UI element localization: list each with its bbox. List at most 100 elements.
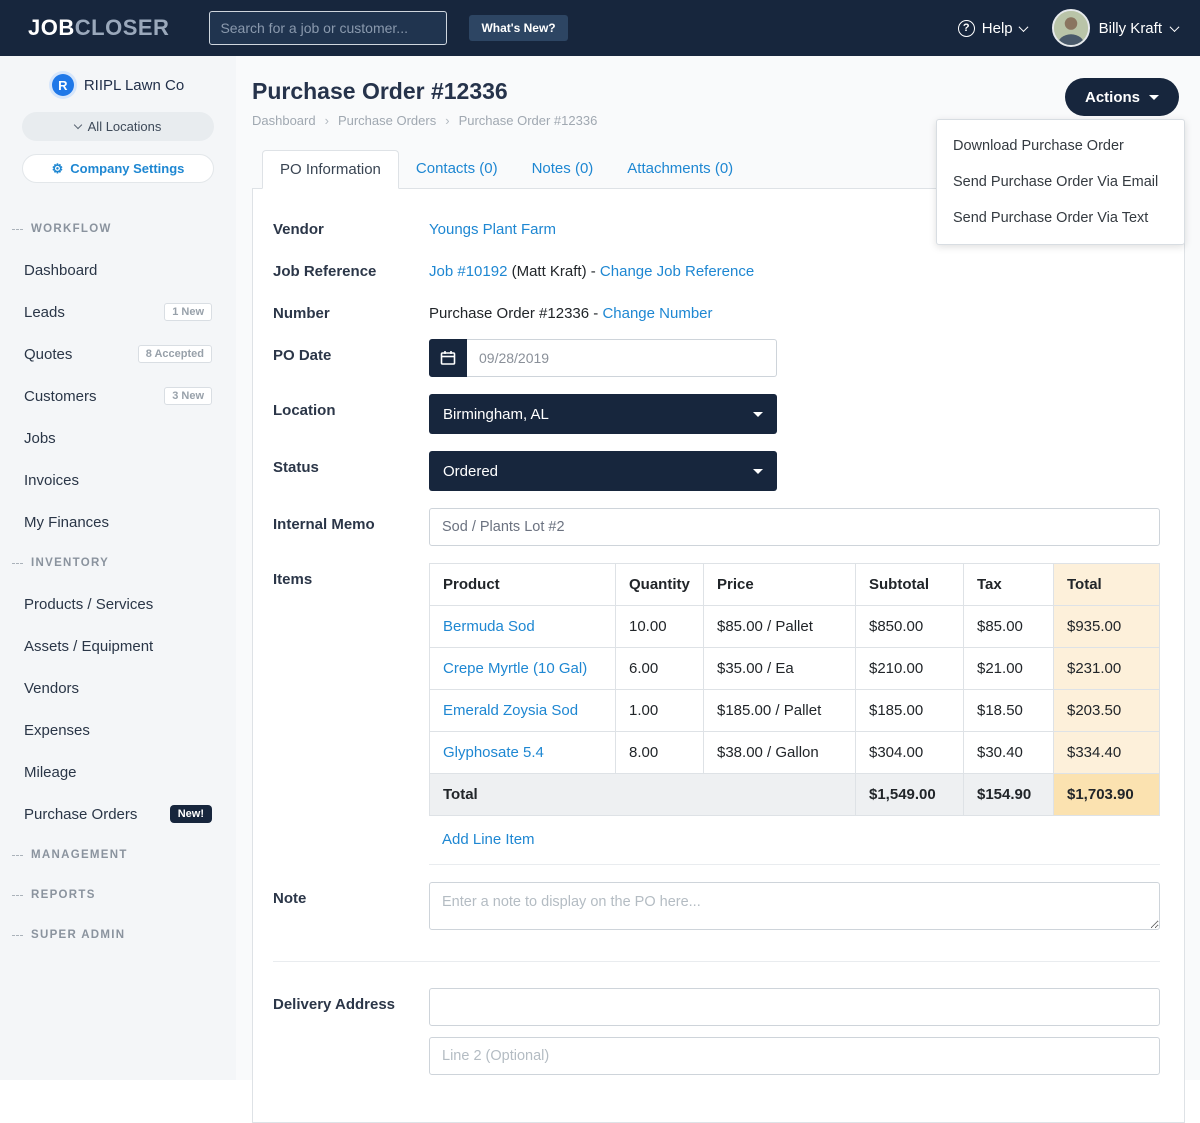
section-inventory: INVENTORY [0, 543, 236, 583]
product-link[interactable]: Crepe Myrtle (10 Gal) [443, 660, 587, 677]
help-menu[interactable]: ? Help [958, 20, 1027, 37]
internal-memo-input[interactable] [429, 508, 1160, 546]
total-cell: $231.00 [1054, 648, 1160, 690]
section-label: INVENTORY [31, 557, 109, 569]
search-input[interactable] [209, 11, 447, 45]
sidebar-item-products-services[interactable]: Products / Services [0, 583, 236, 625]
breadcrumb-dashboard[interactable]: Dashboard [252, 113, 316, 128]
app-logo[interactable]: JOBCLOSER [28, 15, 169, 41]
vendor-label: Vendor [273, 213, 429, 238]
sidebar-item-assets-equipment[interactable]: Assets / Equipment [0, 625, 236, 667]
nav-label: Leads [24, 304, 65, 321]
menu-item-send-po-text[interactable]: Send Purchase Order Via Text [937, 200, 1184, 236]
product-link[interactable]: Glyphosate 5.4 [443, 744, 544, 761]
nav-label: Expenses [24, 722, 90, 739]
menu-item-download-po[interactable]: Download Purchase Order [937, 128, 1184, 164]
actions-button[interactable]: Actions [1065, 78, 1179, 116]
total-label: Total [430, 774, 856, 816]
sidebar-item-leads[interactable]: Leads1 New [0, 291, 236, 333]
quantity-cell: 10.00 [616, 606, 704, 648]
status-value: Ordered [443, 463, 498, 480]
job-reference-row: Job Reference Job #10192 (Matt Kraft) - … [273, 255, 1160, 280]
delivery-address-line2-input[interactable] [429, 1037, 1160, 1075]
nav-label: Dashboard [24, 262, 97, 279]
sidebar-item-expenses[interactable]: Expenses [0, 709, 236, 751]
tab-contacts[interactable]: Contacts (0) [399, 150, 515, 188]
sidebar-item-my-finances[interactable]: My Finances [0, 501, 236, 543]
main-content: Purchase Order #12336 Dashboard Purchase… [236, 56, 1200, 1080]
total-subtotal: $1,549.00 [856, 774, 964, 816]
job-link[interactable]: Job #10192 [429, 263, 507, 280]
breadcrumb-purchase-orders[interactable]: Purchase Orders [316, 113, 437, 128]
nav-label: Vendors [24, 680, 79, 697]
caret-down-icon [753, 412, 763, 417]
tax-cell: $21.00 [964, 648, 1054, 690]
delivery-address-label: Delivery Address [273, 988, 429, 1075]
product-link[interactable]: Emerald Zoysia Sod [443, 702, 578, 719]
tab-notes[interactable]: Notes (0) [515, 150, 611, 188]
po-date-row: PO Date [273, 339, 1160, 377]
delivery-address-row: Delivery Address [273, 988, 1160, 1075]
calendar-button[interactable] [429, 339, 467, 377]
subtotal-cell: $185.00 [856, 690, 964, 732]
change-number-link[interactable]: Change Number [602, 305, 712, 322]
total-tax: $154.90 [964, 774, 1054, 816]
section-super-admin[interactable]: SUPER ADMIN [0, 915, 236, 955]
sidebar-item-purchase-orders[interactable]: Purchase OrdersNew! [0, 793, 236, 835]
vendor-link[interactable]: Youngs Plant Farm [429, 221, 556, 238]
chevron-down-icon [73, 120, 81, 128]
gear-icon [52, 161, 64, 176]
status-select[interactable]: Ordered [429, 451, 777, 491]
locations-dropdown[interactable]: All Locations [22, 112, 214, 141]
job-reference-text: (Matt Kraft) - [512, 263, 596, 280]
po-date-input[interactable] [467, 339, 777, 377]
user-menu[interactable]: Billy Kraft [1038, 9, 1178, 47]
section-reports[interactable]: REPORTS [0, 875, 236, 915]
price-cell: $38.00 / Gallon [704, 732, 856, 774]
sidebar-item-vendors[interactable]: Vendors [0, 667, 236, 709]
sidebar-item-jobs[interactable]: Jobs [0, 417, 236, 459]
sidebar-item-quotes[interactable]: Quotes8 Accepted [0, 333, 236, 375]
price-cell: $85.00 / Pallet [704, 606, 856, 648]
locations-label: All Locations [88, 119, 162, 134]
sidebar-item-invoices[interactable]: Invoices [0, 459, 236, 501]
sidebar-item-mileage[interactable]: Mileage [0, 751, 236, 793]
quantity-cell: 6.00 [616, 648, 704, 690]
tab-attachments[interactable]: Attachments (0) [610, 150, 750, 188]
delivery-address-line1-input[interactable] [429, 988, 1160, 1026]
tab-po-information[interactable]: PO Information [262, 150, 399, 189]
total-cell: $203.50 [1054, 690, 1160, 732]
help-label: Help [982, 20, 1013, 37]
add-line-item-link[interactable]: Add Line Item [442, 831, 535, 848]
job-reference-label: Job Reference [273, 255, 429, 280]
location-row: Location Birmingham, AL [273, 394, 1160, 434]
section-dash [12, 935, 23, 936]
nav-label: Quotes [24, 346, 72, 363]
company-settings-button[interactable]: Company Settings [22, 154, 214, 183]
product-link[interactable]: Bermuda Sod [443, 618, 535, 635]
note-textarea[interactable] [429, 882, 1160, 930]
change-job-reference-link[interactable]: Change Job Reference [600, 263, 754, 280]
sidebar-item-dashboard[interactable]: Dashboard [0, 249, 236, 291]
subtotal-cell: $210.00 [856, 648, 964, 690]
logo-secondary: CLOSER [75, 15, 170, 40]
nav-label: Assets / Equipment [24, 638, 153, 655]
subtotal-cell: $850.00 [856, 606, 964, 648]
status-row: Status Ordered [273, 451, 1160, 491]
actions-label: Actions [1085, 89, 1140, 106]
sidebar-item-customers[interactable]: Customers3 New [0, 375, 236, 417]
section-dash [12, 895, 23, 896]
location-select[interactable]: Birmingham, AL [429, 394, 777, 434]
note-row: Note [273, 882, 1160, 962]
items-row: Items Product Quantity Price Subtotal Ta… [273, 563, 1160, 865]
quantity-cell: 8.00 [616, 732, 704, 774]
actions-dropdown-menu: Download Purchase Order Send Purchase Or… [936, 119, 1185, 245]
menu-item-send-po-email[interactable]: Send Purchase Order Via Email [937, 164, 1184, 200]
section-management[interactable]: MANAGEMENT [0, 835, 236, 875]
whats-new-button[interactable]: What's New? [469, 15, 567, 41]
chevron-down-icon [1170, 22, 1180, 32]
logo-primary: JOB [28, 15, 75, 40]
number-row: Number Purchase Order #12336 - Change Nu… [273, 297, 1160, 322]
nav-label: Jobs [24, 430, 56, 447]
nav-label: Customers [24, 388, 97, 405]
